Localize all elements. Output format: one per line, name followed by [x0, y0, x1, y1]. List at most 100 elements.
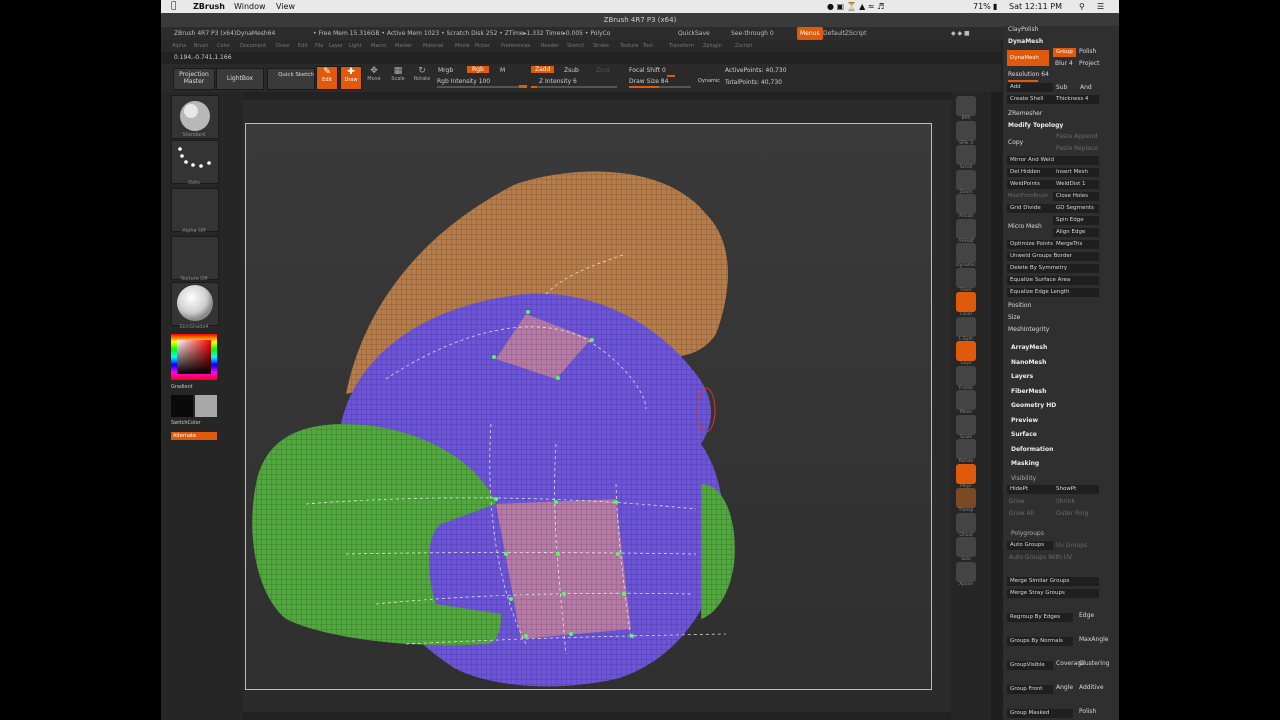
paste-append-button[interactable]: Paste Append [1056, 133, 1097, 140]
shelf-button[interactable] [956, 243, 976, 263]
regroup-by-edges-button[interactable]: Regroup By Edges [1007, 613, 1073, 622]
secondary-color-swatch[interactable] [195, 395, 217, 417]
visibility-section[interactable]: Visibility [1011, 475, 1036, 482]
add-button[interactable]: Add [1007, 83, 1053, 92]
showpt-button[interactable]: ShowPt [1053, 485, 1099, 494]
shelf-button[interactable] [956, 316, 976, 337]
thickness-slider[interactable]: Thickness 4 [1053, 95, 1099, 104]
menu-item[interactable]: Edit [298, 40, 308, 52]
main-color-swatch[interactable] [171, 395, 193, 417]
move-button[interactable]: ✥ Move [364, 66, 384, 88]
rotate-button[interactable]: ↻ Rotate [412, 66, 432, 88]
palette-section[interactable]: Deformation [1011, 446, 1053, 453]
polish-toggle[interactable]: Polish [1079, 48, 1096, 55]
m-button[interactable]: M [500, 67, 505, 74]
shelf-button[interactable] [956, 390, 976, 410]
menu-item[interactable]: File [315, 40, 323, 52]
position-section[interactable]: Position [1008, 302, 1031, 309]
resolution-slider[interactable]: Resolution 64 [1008, 71, 1049, 78]
menu-item[interactable]: Stroke [593, 40, 609, 52]
mesh-from-brush-button[interactable]: MeshFromBrush [1008, 193, 1048, 199]
shelf-button[interactable] [956, 341, 976, 361]
rgb-intensity-slider[interactable]: Rgb Intensity 100 [437, 78, 490, 85]
edge-toggle[interactable]: Edge [1079, 612, 1094, 619]
shelf-button[interactable] [956, 365, 976, 386]
dynamesh-section[interactable]: DynaMesh [1008, 38, 1043, 45]
angle-slider[interactable]: Angle [1056, 684, 1073, 691]
lightbox-button[interactable]: LightBox [216, 68, 264, 90]
menu-item[interactable]: Movie [455, 40, 470, 52]
shelf-button[interactable] [956, 145, 976, 165]
shelf-button[interactable] [956, 267, 976, 288]
close-holes-button[interactable]: Close Holes [1053, 192, 1099, 201]
palette-section[interactable]: Masking [1011, 460, 1039, 467]
menu-list-icon[interactable]: ☰ [1097, 0, 1104, 13]
scale-button[interactable]: ▦ Scale [388, 66, 408, 88]
shelf-button[interactable] [956, 194, 976, 214]
palette-section[interactable]: ArrayMesh [1011, 344, 1047, 351]
palette-section[interactable]: Surface [1011, 431, 1037, 438]
dynamic-button[interactable]: Dynamic [698, 78, 720, 84]
menu-item[interactable]: Picker [475, 40, 490, 52]
switch-color-button[interactable]: SwitchColor [171, 420, 217, 426]
welddist-slider[interactable]: WeldDist 1 [1053, 180, 1099, 189]
spin-edge-button[interactable]: Spin Edge [1053, 216, 1099, 225]
shelf-button[interactable] [956, 414, 976, 435]
modify-topology-section[interactable]: Modify Topology [1008, 122, 1063, 129]
outer-ring-button[interactable]: Outer Ring [1056, 510, 1088, 517]
additive-toggle[interactable]: Additive [1079, 684, 1104, 691]
menu-item[interactable]: Material [423, 40, 443, 52]
draw-button[interactable]: ✚ Draw [340, 66, 362, 90]
menu-item[interactable]: Zscript [735, 40, 752, 52]
color-picker[interactable] [171, 334, 217, 380]
menu-item[interactable]: Document [240, 40, 266, 52]
quicksave-button[interactable]: QuickSave [678, 27, 710, 40]
draw-size-slider[interactable]: Draw Size 84 [629, 78, 668, 85]
mesh-right-green[interactable] [701, 484, 735, 619]
project-toggle[interactable]: Project [1079, 60, 1100, 67]
polygroups-section[interactable]: Polygroups [1011, 530, 1044, 537]
shelf-button[interactable] [956, 218, 976, 239]
shelf-button[interactable] [956, 120, 976, 141]
shrink-button[interactable]: Shrink [1056, 498, 1075, 505]
mirror-and-weld-button[interactable]: Mirror And Weld [1007, 156, 1099, 165]
group-toggle[interactable]: Group [1053, 48, 1076, 57]
shelf-button[interactable] [956, 292, 976, 312]
z-intensity-slider[interactable]: Z Intensity 6 [539, 78, 577, 85]
focal-shift-slider[interactable]: Focal Shift 0 [629, 67, 666, 74]
material-thumbnail[interactable] [171, 282, 219, 326]
menu-item[interactable]: Preferences [501, 40, 530, 52]
menu-item[interactable]: Layer [329, 40, 343, 52]
auto-groups-uv-button[interactable]: Auto Groups With UV [1009, 554, 1072, 561]
paste-replace-button[interactable]: Paste Replace [1056, 145, 1098, 152]
menu-item[interactable]: Transform [669, 40, 694, 52]
hidept-button[interactable]: HidePt [1007, 485, 1053, 494]
apple-icon[interactable]:  [171, 0, 176, 13]
zremesher-section[interactable]: ZRemesher [1008, 110, 1042, 117]
unweld-groups-border-button[interactable]: Unweld Groups Border [1007, 252, 1099, 261]
micro-mesh-button[interactable]: Micro Mesh [1008, 223, 1042, 230]
saturation-square[interactable] [177, 340, 211, 374]
shelf-button[interactable] [956, 512, 976, 533]
zcut-button[interactable]: Zcut [596, 67, 610, 74]
delete-by-symmetry-button[interactable]: Delete By Symmetry [1007, 264, 1099, 273]
claypolish-item[interactable]: ClayPolish [1008, 26, 1038, 33]
merge-stray-groups-button[interactable]: Merge Stray Groups [1007, 589, 1099, 598]
clustering-slider[interactable]: Clustering [1079, 660, 1110, 667]
menu-item[interactable]: Render [541, 40, 559, 52]
merge-tris-button[interactable]: MergeTris [1053, 240, 1099, 249]
stroke-thumbnail[interactable] [171, 140, 219, 184]
equalize-edge-length-button[interactable]: Equalize Edge Length [1007, 288, 1099, 297]
default-zscript-button[interactable]: DefaultZScript [823, 27, 866, 40]
merge-similar-groups-button[interactable]: Merge Similar Groups [1007, 577, 1099, 586]
rgb-button[interactable]: Rgb [467, 66, 489, 73]
size-section[interactable]: Size [1008, 314, 1020, 321]
equalize-surface-area-button[interactable]: Equalize Surface Area [1007, 276, 1099, 285]
maxangle-slider[interactable]: MaxAngle [1079, 636, 1108, 643]
quick-sketch-button[interactable]: Quick Sketch [267, 68, 315, 90]
palette-section[interactable]: Preview [1011, 417, 1038, 424]
menu-item[interactable]: Brush [194, 40, 208, 52]
menu-item[interactable]: Alpha [172, 40, 186, 52]
insert-mesh-button[interactable]: Insert Mesh [1053, 168, 1099, 177]
mesh-viewport[interactable] [246, 124, 931, 689]
